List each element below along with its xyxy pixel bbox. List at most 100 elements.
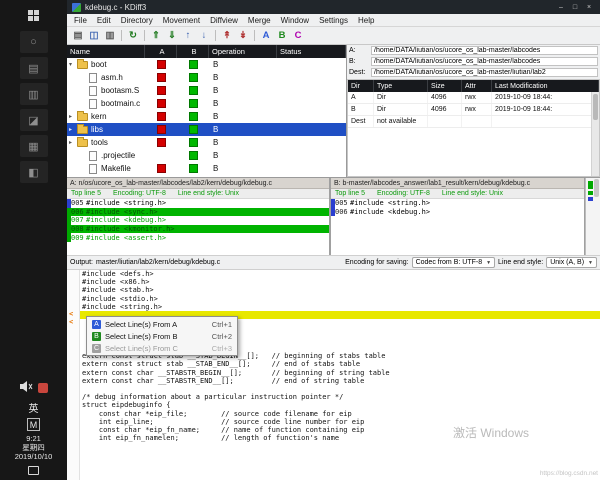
dir-info-table-header[interactable]: Dir Type Size Attr Last Modification: [348, 80, 599, 92]
tree-row-Makefile[interactable]: Makefile B: [67, 162, 346, 175]
tree-row-projectile[interactable]: .projectile B: [67, 149, 346, 162]
status-cell: [277, 136, 346, 149]
source-b-badge-icon: B: [92, 331, 101, 341]
save-icon[interactable]: ◫: [86, 28, 102, 43]
menu-item-settings[interactable]: Settings: [314, 16, 353, 25]
tree-header[interactable]: Name A B Operation Status: [67, 45, 346, 58]
tree-row-kern[interactable]: ▸ kern B: [67, 110, 346, 123]
diff-status-square-a: [156, 125, 166, 134]
go-next-delta-icon[interactable]: ⇓: [164, 28, 180, 43]
menu-item-window[interactable]: Window: [276, 16, 314, 25]
go-prev-delta-icon[interactable]: ⇑: [148, 28, 164, 43]
taskbar-app-3[interactable]: ▥: [19, 83, 48, 105]
info-column-type: Type: [374, 80, 428, 92]
pane-b-encoding: Encoding: UTF-8: [376, 190, 430, 197]
taskbar-app-2[interactable]: ▤: [19, 57, 48, 79]
expander-closed-icon[interactable]: ▸: [69, 113, 77, 120]
start-button[interactable]: [0, 3, 67, 27]
overview-column[interactable]: [585, 178, 600, 255]
info-scrollbar[interactable]: [591, 92, 599, 176]
menu-item-shortcut: Ctrl+2: [211, 331, 232, 341]
tree-row-bootmain.c[interactable]: bootmain.c B: [67, 97, 346, 110]
menu-item-help[interactable]: Help: [353, 16, 379, 25]
minimize-button[interactable]: –: [555, 4, 567, 11]
taskbar-clock[interactable]: 9:21 星期四 2019/10/10: [15, 434, 53, 461]
select-a-icon[interactable]: A: [258, 28, 274, 43]
taskbar-app-4[interactable]: ◪: [19, 109, 48, 131]
go-top-icon[interactable]: ↑: [180, 28, 196, 43]
open-file-icon[interactable]: ▤: [70, 28, 86, 43]
menu-item-select-from-b[interactable]: B Select Line(s) From B Ctrl+2: [88, 330, 236, 342]
volume-muted-icon[interactable]: [19, 379, 33, 397]
menu-item-select-from-a[interactable]: A Select Line(s) From A Ctrl+1: [88, 318, 236, 330]
file-icon: [89, 150, 97, 161]
tree-item-label: boot: [91, 60, 107, 69]
tree-row-asm.h[interactable]: asm.h B: [67, 71, 346, 84]
select-b-icon[interactable]: B: [274, 28, 290, 43]
directory-tree: Name A B Operation Status ▾ boot Basm.h Bbootas…: [67, 45, 347, 177]
tree-row-libs[interactable]: ▸ libs B: [67, 123, 346, 136]
taskbar-app-1[interactable]: ○: [19, 31, 48, 53]
operation-cell: B: [213, 99, 219, 108]
overview-scrollbar-thumb[interactable]: [594, 179, 599, 197]
tray-app-icon[interactable]: [37, 383, 48, 393]
diff-status-square-b: [188, 112, 198, 121]
output-code-line: const char *eip_file; // source code fil…: [82, 409, 352, 418]
next-unsolved-conflict-icon[interactable]: ↡: [235, 28, 251, 43]
directory-info-panel: A: /home/DATA/liutian/os/ucore_os_lab-ma…: [347, 45, 600, 177]
taskbar-app-6[interactable]: ◧: [19, 161, 48, 183]
pane-b-title[interactable]: B: b-master/labcodes_answer/lab1_result/…: [331, 178, 584, 189]
taskbar-app-5[interactable]: ▦: [19, 135, 48, 157]
prev-unsolved-conflict-icon[interactable]: ↟: [219, 28, 235, 43]
maximize-button[interactable]: □: [569, 4, 581, 11]
output-editor[interactable]: < < #include <defs.h> #include <x86.h> #in…: [67, 270, 600, 480]
expander-open-icon[interactable]: ▾: [69, 61, 77, 68]
source-c-badge-icon: C: [92, 343, 101, 353]
menu-item-edit[interactable]: Edit: [92, 16, 116, 25]
print-icon[interactable]: ▥: [102, 28, 118, 43]
pane-a-title[interactable]: A: n/os/ucore_os_lab-master/labcodes/lab…: [67, 178, 329, 189]
operation-cell: B: [213, 112, 219, 121]
output-code-line: extern const char __STABSTR_BEGIN__[]; /…: [82, 368, 390, 377]
menu-item-merge[interactable]: Merge: [243, 16, 276, 25]
menu-item-label: Select Line(s) From C: [105, 343, 178, 353]
line-text: #include <string.h>: [350, 199, 431, 208]
info-row-a[interactable]: A Dir 4096 rwx 2019-10-09 18:44:: [348, 92, 599, 104]
menu-item-file[interactable]: File: [69, 16, 92, 25]
select-c-icon[interactable]: C: [290, 28, 306, 43]
encoding-select[interactable]: Codec from B: UTF-8 ▼: [411, 257, 496, 268]
expander-closed-icon[interactable]: ▸: [69, 126, 77, 133]
expander-closed-icon[interactable]: ▸: [69, 139, 77, 146]
go-bottom-icon[interactable]: ↓: [196, 28, 212, 43]
scrollbar-thumb[interactable]: [593, 94, 598, 120]
output-code-line: [67, 385, 600, 393]
notification-center-icon[interactable]: [28, 466, 39, 475]
title-bar[interactable]: kdebug.c - KDiff3 – □ ×: [67, 0, 600, 14]
taskbar-apps: ○ ▤ ▥ ◪ ▦ ◧: [0, 31, 67, 183]
menu-item-diffview[interactable]: Diffview: [205, 16, 243, 25]
menu-item-movement[interactable]: Movement: [158, 16, 205, 25]
tree-item-label: libs: [91, 125, 104, 134]
ime-language-indicator[interactable]: 英: [29, 400, 39, 415]
reload-icon[interactable]: ↻: [125, 28, 141, 43]
diff-status-square-b: [188, 125, 198, 134]
info-row-dest[interactable]: Dest not available: [348, 116, 599, 128]
tree-row-boot[interactable]: ▾ boot B: [67, 58, 346, 71]
window-controls: – □ ×: [555, 4, 595, 11]
folder-icon: [77, 110, 88, 121]
menu-item-directory[interactable]: Directory: [116, 16, 158, 25]
path-row-dest: Dest: /home/DATA/liutian/os/ucore_os_lab…: [347, 67, 600, 78]
line-number: 008: [71, 225, 84, 234]
ime-mode-icon[interactable]: M: [27, 418, 40, 431]
pane-a-editor[interactable]: 005 #include <string.h> 006 #include <sync.…: [67, 199, 329, 255]
pane-b-editor[interactable]: 005 #include <string.h> 006 #include <kdebu…: [331, 199, 584, 255]
close-button[interactable]: ×: [583, 4, 595, 11]
output-code-line: #include <stdio.h>: [82, 294, 158, 303]
line-end-select[interactable]: Unix (A, B) ▼: [546, 257, 597, 268]
info-row-b[interactable]: B Dir 4096 rwx 2019-10-09 18:44:: [348, 104, 599, 116]
tree-row-bootasm.S[interactable]: bootasm.S B: [67, 84, 346, 97]
tree-row-tools[interactable]: ▸ tools B: [67, 136, 346, 149]
path-a-label: A:: [349, 47, 356, 54]
pane-b-lineend: Line end style: Unix: [441, 190, 503, 197]
directory-compare-area: Name A B Operation Status ▾ boot Basm.h Bbootas…: [67, 45, 600, 177]
